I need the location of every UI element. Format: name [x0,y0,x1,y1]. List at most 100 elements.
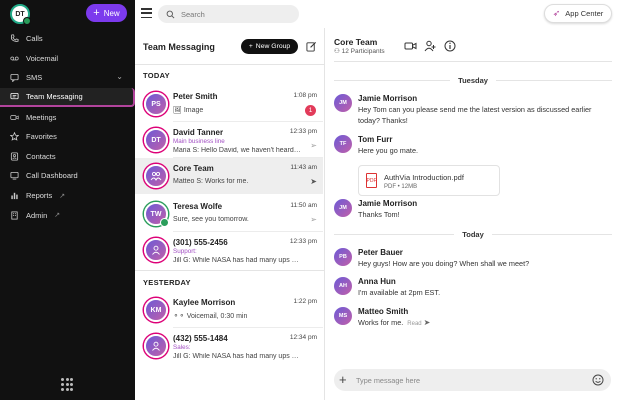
search-placeholder: Search [181,9,205,19]
divider [334,61,612,62]
avatar [144,238,168,262]
group-avatar [144,164,168,188]
sidebar-item-call-dashboard[interactable]: Call Dashboard [0,166,135,186]
add-attachment-icon[interactable]: + [339,372,347,388]
user-avatar[interactable]: DT [10,4,31,25]
team-chat-icon [10,92,19,101]
section-label-today: TODAY [143,71,170,80]
new-group-button[interactable]: + New Group [241,39,298,54]
menu-icon[interactable] [141,8,152,18]
emoji-icon[interactable] [592,374,604,386]
sidebar-item-label: Meetings [26,112,57,122]
sent-icon: ➢ [310,141,317,150]
sidebar-item-label: Team Messaging [26,92,83,102]
pdf-icon: PDF [366,173,377,188]
sidebar-item-label: Admin [26,210,48,220]
sidebar-item-label: Favorites [26,132,57,142]
sidebar-item-voicemail[interactable]: Voicemail [0,49,135,69]
conversation-preview: Jill G: While NASA has had many ups and … [173,353,301,360]
sidebar-item-admin[interactable]: Admin ↗ [0,205,135,225]
conversation-item[interactable]: PS Peter Smith 🖼 Image 1:08 pm 1 [135,86,323,122]
conversation-line-label: Main business line [173,138,225,145]
message-text: I'm available at 2pm EST. [358,288,441,297]
image-icon: 🖼 [173,107,184,114]
sidebar-item-calls[interactable]: Calls [0,29,135,49]
conversation-name: (301) 555-2456 [173,238,228,247]
person-icon [152,341,160,351]
new-button[interactable]: + New [86,4,127,22]
search-icon [166,10,175,18]
message-sender: Peter Bauer [358,248,403,257]
conversation-item[interactable]: (301) 555-2456 Support: Jill G: While NA… [135,232,323,268]
chevron-down-icon[interactable]: ⌄ [116,72,123,81]
plus-icon: + [248,43,253,50]
message-text: Hey guys! How are you doing? When shall … [358,259,530,268]
conversation-name: Kaylee Morrison [173,298,236,307]
top-bar: Search ➶ App Center [135,0,620,28]
avatar: TW [144,202,169,227]
conversation-name: (432) 555-1484 [173,334,228,343]
whatsapp-icon [160,218,169,227]
message-text: Thanks Tom! [358,210,400,219]
sidebar-nav: Calls Voicemail SMS ⌄ Team Messaging Mee… [0,29,135,225]
conversation-item[interactable]: TW Teresa Wolfe Sure, see you tomorrow. … [135,196,323,232]
app-center-label: App Center [565,9,604,18]
sidebar-item-meetings[interactable]: Meetings [0,107,135,127]
conversation-preview: Sure, see you tomorrow. [173,216,249,223]
message-text: Hey Tom can you please send me the lates… [358,105,592,125]
conversation-item[interactable]: KM Kaylee Morrison ⚬⚬ Voicemail, 0:30 mi… [135,292,323,328]
sidebar-item-label: Voicemail [26,53,59,63]
conversation-line-label: Support: [173,248,197,255]
conversation-item-selected[interactable]: Core Team Matteo S: Works for me. 11:43 … [135,158,323,194]
avatar: AH [334,277,352,295]
file-attachment[interactable]: PDF AuthVia Introduction.pdf PDF • 12MB [358,165,500,196]
conversation-time: 12:34 pm [289,334,317,341]
rocket-icon: ➶ [552,8,561,18]
sidebar-item-sms[interactable]: SMS ⌄ [0,68,135,88]
message-composer[interactable]: + Type message here [334,369,611,391]
avatar: PB [334,248,352,266]
app-center-button[interactable]: ➶ App Center [544,4,612,23]
sidebar-item-label: Contacts [26,151,56,161]
conversation-name: Core Team [173,164,214,173]
conversation-name: David Tanner [173,128,224,137]
dialpad-icon[interactable] [61,378,73,392]
conversation-preview: Matteo S: Works for me. [173,178,249,185]
new-button-label: New [103,8,120,18]
search-input[interactable]: Search [158,5,299,23]
external-link-icon: ↗ [59,192,66,200]
voicemail-icon [10,54,19,63]
sidebar-item-team-messaging[interactable]: Team Messaging [0,87,135,108]
conversation-time: 1:22 pm [293,298,318,305]
user-initials: DT [15,10,25,18]
video-call-icon[interactable] [404,40,417,52]
conversation-list-panel: Team Messaging + New Group TODAY PS Pete… [135,28,325,400]
online-status-indicator [23,17,31,25]
conversation-preview: Jill G: While NASA has had many ups and … [173,257,301,264]
compose-icon[interactable] [306,41,317,52]
conversation-item[interactable]: (432) 555-1484 Sales: Jill G: While NASA… [135,328,323,364]
add-participant-icon[interactable] [423,40,436,52]
info-icon[interactable] [443,40,456,52]
conversation-time: 11:50 am [290,202,317,209]
participants-count[interactable]: ⚇ 12 Participants [334,47,385,55]
avatar: KM [144,298,168,322]
contacts-icon [10,152,19,161]
message-sender: Matteo Smith [358,307,409,316]
conversation-time: 11:43 am [290,164,317,171]
sidebar-item-contacts[interactable]: Contacts [0,147,135,167]
sidebar-item-reports[interactable]: Reports ↗ [0,186,135,206]
avatar: JM [334,199,352,217]
file-meta: PDF • 12MB [384,184,418,190]
file-name: AuthVia Introduction.pdf [384,173,464,182]
conversation-time: 12:33 pm [289,128,317,135]
chat-title: Core Team [334,37,378,47]
sidebar-item-favorites[interactable]: Favorites [0,127,135,147]
star-icon [10,132,19,142]
avatar: MS [334,307,352,325]
voicemail-icon: ⚬⚬ [173,313,187,320]
conversation-time: 1:08 pm [293,92,318,99]
conversation-item[interactable]: DT David Tanner Main business line Maria… [135,122,323,158]
people-icon: ⚇ [334,48,342,55]
day-separator: Tuesday [334,75,612,85]
